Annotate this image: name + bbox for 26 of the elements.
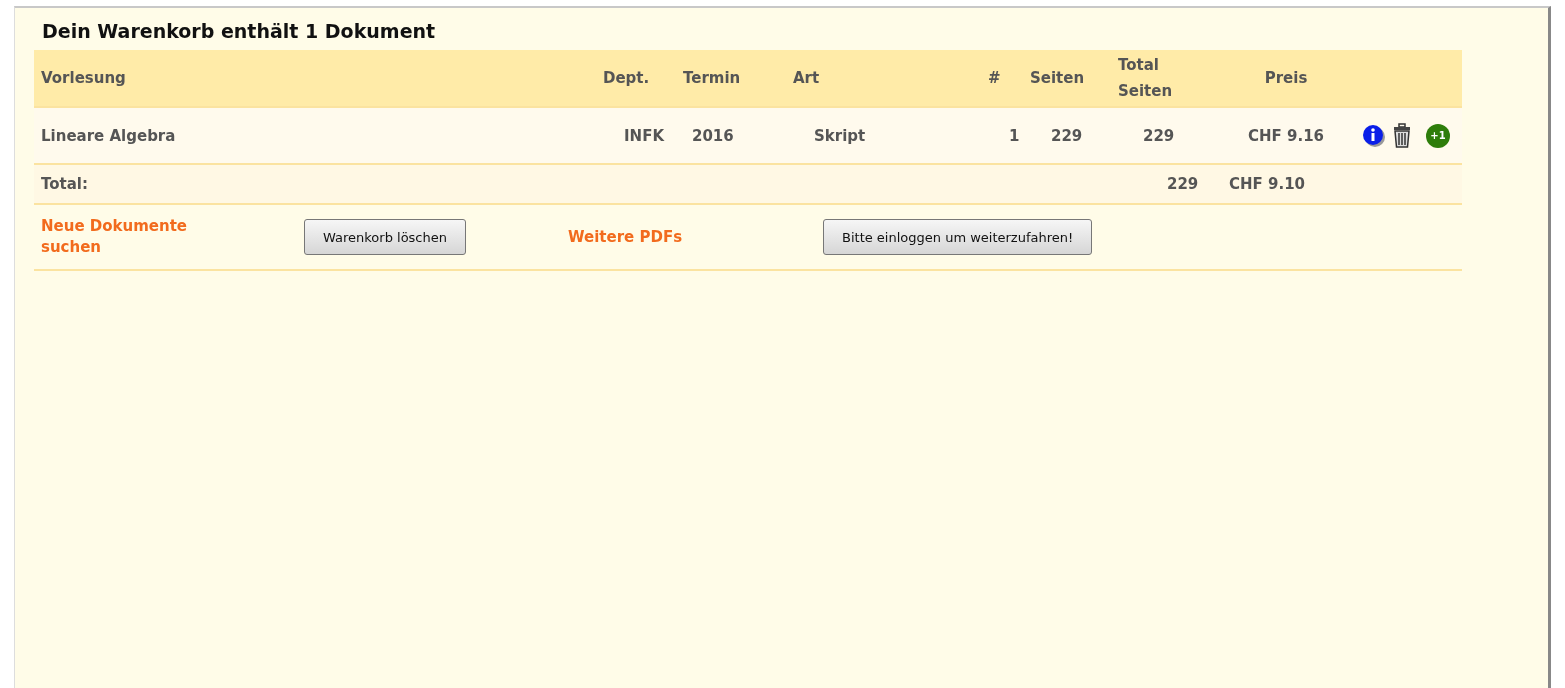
table-cell-text: 2016 — [691, 126, 735, 145]
table-cell-text: Lineare Algebra — [40, 126, 177, 145]
action-button[interactable]: Bitte einloggen um weiterzufahren! — [823, 219, 1093, 255]
column-header: Vorlesung — [40, 69, 127, 87]
column-header: # — [987, 69, 1002, 87]
column-header: Preis — [1263, 69, 1309, 87]
table-cell-text: 229 — [1142, 126, 1176, 145]
column-header: Art — [792, 69, 821, 87]
link[interactable]: Weitere PDFs — [561, 226, 768, 248]
column-header: Termin — [682, 69, 742, 87]
total-pages: 229 — [1166, 175, 1200, 193]
total-label: Total: — [40, 175, 89, 193]
table-cell-text: 229 — [1050, 126, 1084, 145]
table-cell-text: INFK — [623, 126, 666, 145]
column-header: Total Seiten — [1117, 55, 1174, 102]
info-icon[interactable] — [1362, 123, 1386, 148]
table-cell-text: 1 — [1008, 126, 1021, 145]
cart-title: Dein Warenkorb enthält 1 Dokument — [41, 20, 437, 44]
total-price: CHF 9.10 — [1228, 175, 1307, 193]
table-cell-text: Skript — [813, 126, 867, 145]
column-header: Dept. — [602, 69, 651, 87]
column-header: Seiten — [1029, 69, 1086, 87]
add-one-badge[interactable]: +1 — [1426, 123, 1450, 148]
action-button[interactable]: Warenkorb löschen — [304, 219, 466, 255]
link[interactable]: Neue Dokumente suchen — [34, 216, 241, 258]
table-cell-text: CHF 9.16 — [1246, 126, 1325, 145]
